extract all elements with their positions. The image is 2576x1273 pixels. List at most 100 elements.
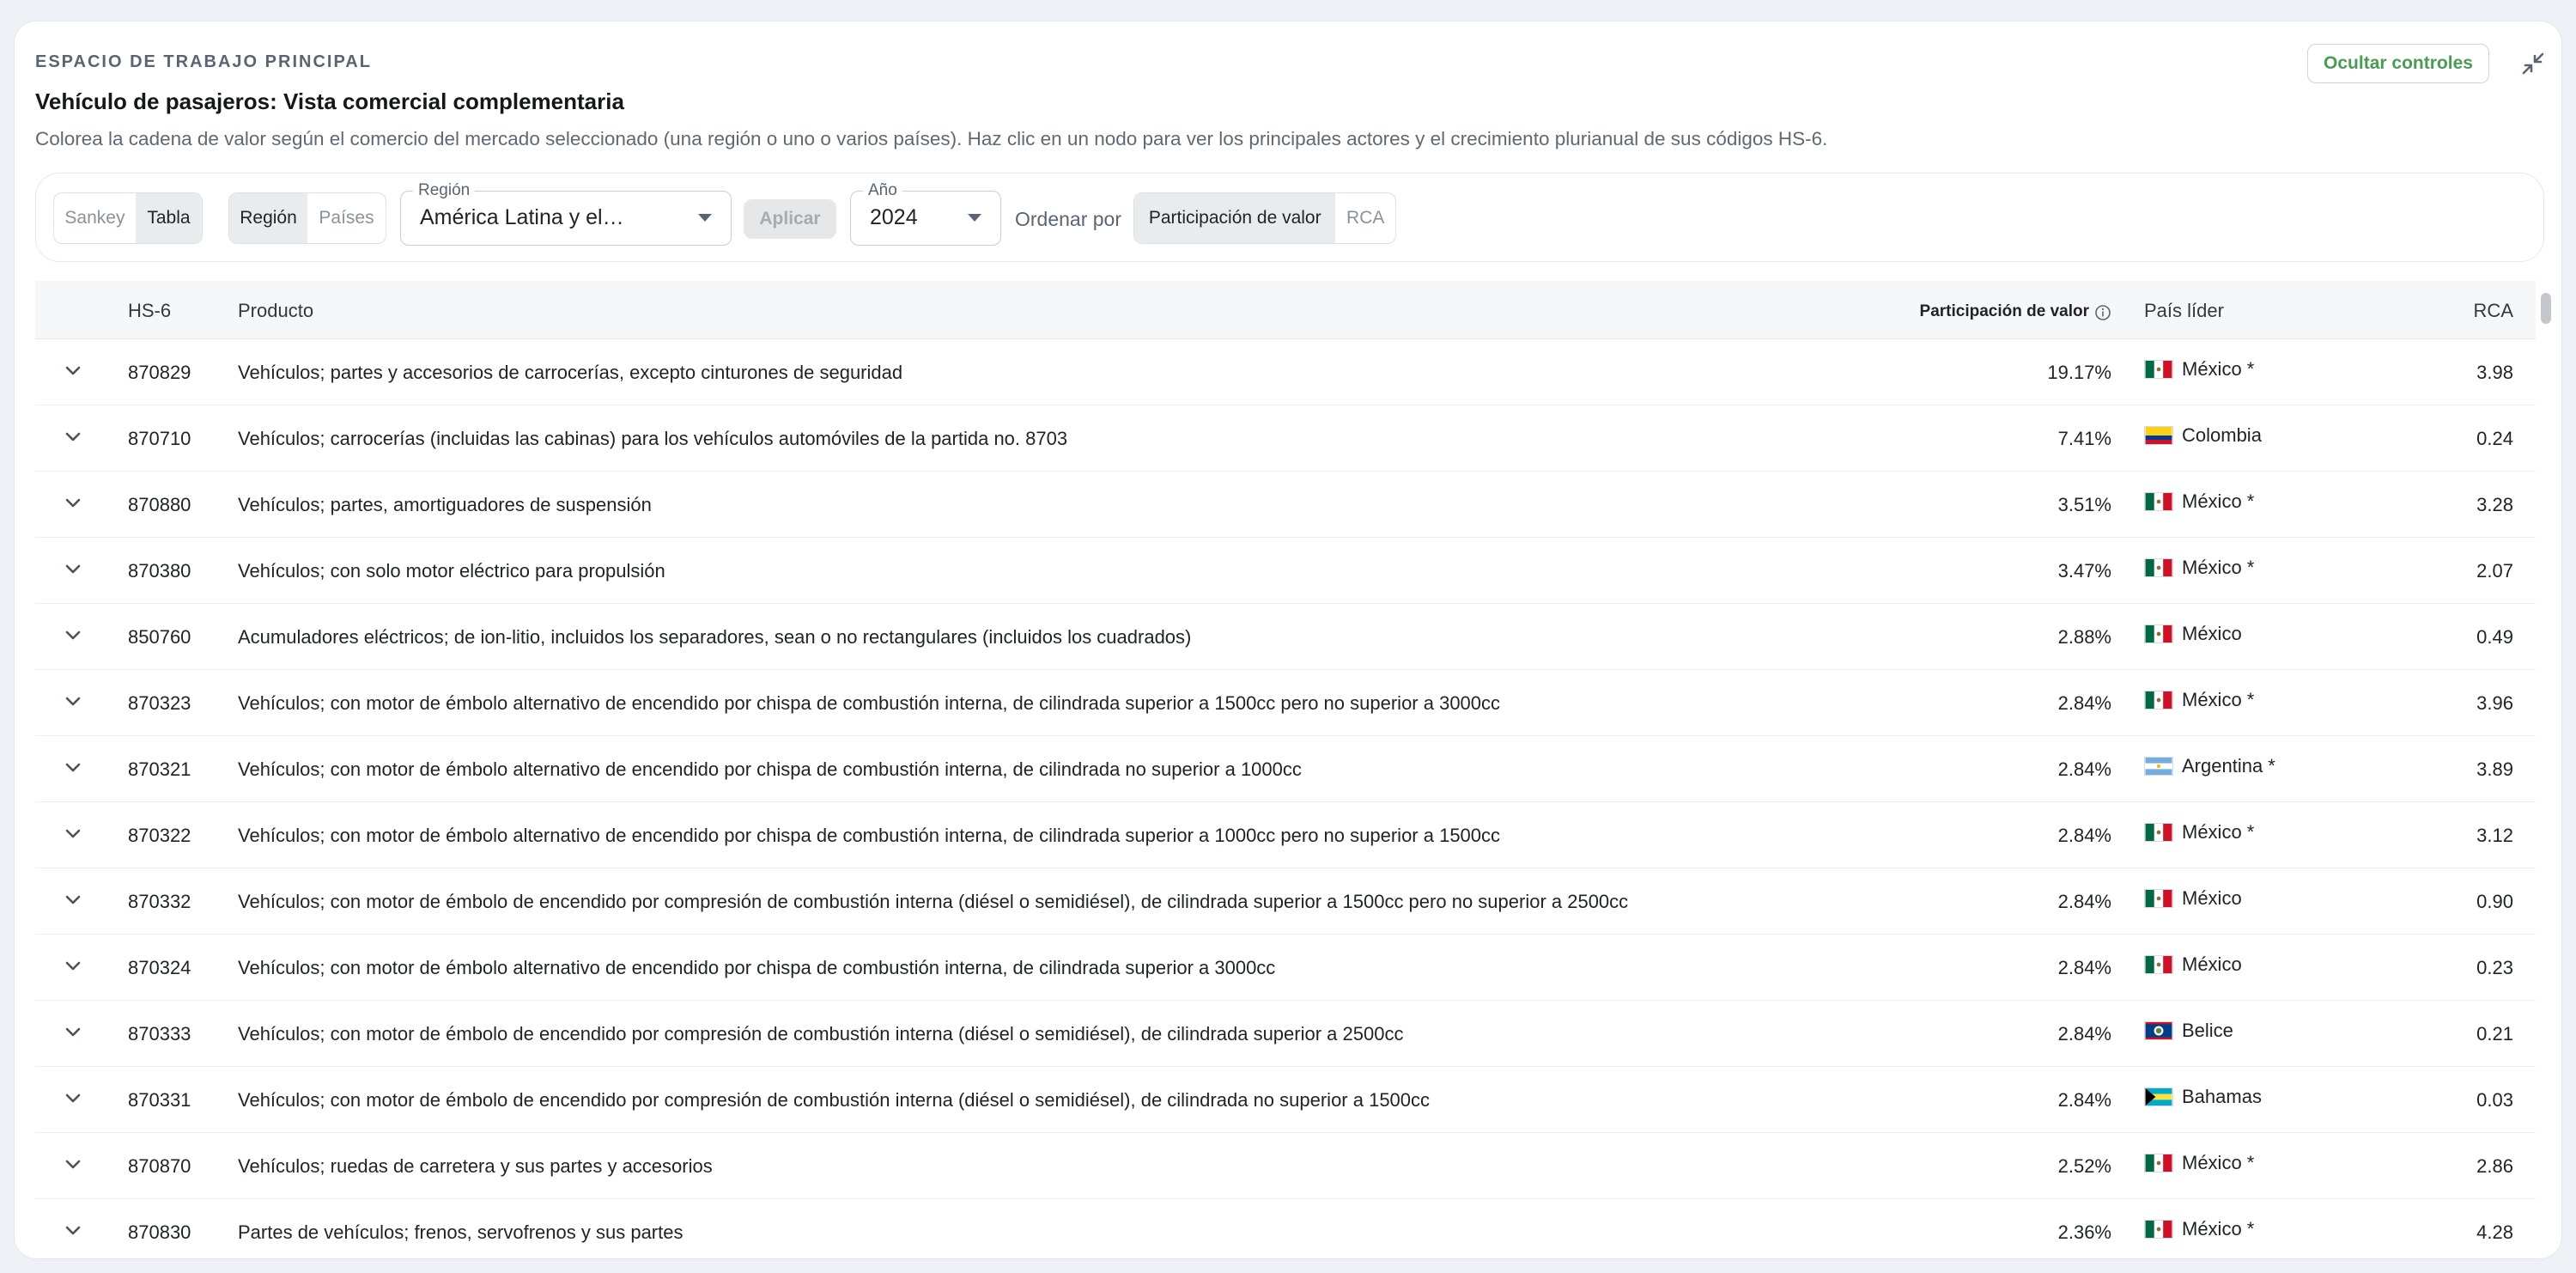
value-share: 2.88% (2057, 626, 2111, 648)
info-icon[interactable] (2094, 304, 2111, 321)
table-row[interactable]: 870322 Vehículos; con motor de émbolo alt… (35, 802, 2536, 868)
leader-country-name: México * (2182, 490, 2255, 512)
leader-country: México (2144, 887, 2242, 910)
table-row[interactable]: 870331 Vehículos; con motor de émbolo de … (35, 1067, 2536, 1133)
table-row[interactable]: 870321 Vehículos; con motor de émbolo alt… (35, 736, 2536, 802)
sort-rca-option[interactable]: RCA (1335, 193, 1395, 243)
value-share: 2.84% (2057, 758, 2111, 780)
flag-icon (2144, 426, 2173, 445)
leader-country: Colombia (2144, 424, 2262, 447)
chevron-down-icon[interactable] (65, 829, 81, 839)
leader-country-name: México * (2182, 1152, 2255, 1173)
product-name: Vehículos; partes, amortiguadores de sus… (238, 494, 652, 515)
rca-value: 3.98 (2476, 362, 2513, 383)
chevron-down-icon[interactable] (65, 1160, 81, 1170)
value-share: 2.84% (2057, 891, 2111, 912)
rca-value: 3.28 (2476, 494, 2513, 515)
chevron-down-icon[interactable] (65, 498, 81, 509)
product-name: Vehículos; con motor de émbolo alternati… (238, 758, 1302, 780)
column-header-leader[interactable]: País líder (2144, 300, 2224, 322)
flag-icon (2144, 955, 2173, 974)
table-row[interactable]: 870324 Vehículos; con motor de émbolo alt… (35, 935, 2536, 1001)
table-row[interactable]: 850760 Acumuladores eléctricos; de ion-li… (35, 604, 2536, 670)
table-row[interactable]: 870710 Vehículos; carrocerías (incluidas … (35, 405, 2536, 472)
hs6-code: 870332 (128, 891, 191, 912)
rca-value: 0.21 (2476, 1023, 2513, 1045)
leader-country: México * (2144, 821, 2254, 844)
chevron-down-icon[interactable] (65, 366, 81, 376)
region-select[interactable]: Región América Latina y el… (400, 181, 732, 246)
rca-value: 0.24 (2476, 428, 2513, 449)
chevron-down-icon[interactable] (65, 895, 81, 905)
leader-country: México (2144, 623, 2242, 645)
scrollbar-thumb[interactable] (2541, 293, 2551, 324)
value-share: 2.84% (2057, 957, 2111, 978)
leader-country-name: Argentina * (2182, 755, 2275, 777)
table-row[interactable]: 870380 Vehículos; con solo motor eléctric… (35, 538, 2536, 604)
apply-button[interactable]: Aplicar (744, 199, 836, 239)
chevron-down-icon[interactable] (65, 432, 81, 442)
hs6-code: 870710 (128, 428, 191, 449)
table-row[interactable]: 870830 Partes de vehículos; frenos, servo… (35, 1199, 2536, 1258)
main-workspace-card: ESPACIO DE TRABAJO PRINCIPAL Vehículo de… (14, 21, 2562, 1259)
flag-icon (2144, 1154, 2173, 1172)
year-select[interactable]: Año 2024 (850, 181, 1001, 246)
table-scrollbar[interactable] (2536, 281, 2555, 1258)
hs6-code: 870322 (128, 825, 191, 846)
hs6-code: 870380 (128, 560, 191, 582)
region-select-label: Región (413, 181, 476, 200)
leader-country-name: México * (2182, 557, 2255, 578)
leader-country: Bahamas (2144, 1086, 2262, 1108)
table-row[interactable]: 870323 Vehículos; con motor de émbolo alt… (35, 670, 2536, 736)
value-share: 2.84% (2057, 825, 2111, 846)
hide-controls-button[interactable]: Ocultar controles (2307, 44, 2489, 83)
view-table-option[interactable]: Tabla (135, 193, 202, 243)
leader-country-name: México * (2182, 1218, 2255, 1240)
column-header-hs6[interactable]: HS-6 (128, 300, 171, 322)
rca-value: 3.89 (2476, 758, 2513, 780)
scope-countries-option[interactable]: Países (307, 193, 386, 243)
product-name: Vehículos; con solo motor eléctrico para… (238, 560, 665, 582)
chevron-down-icon[interactable] (65, 763, 81, 773)
table-row[interactable]: 870829 Vehículos; partes y accesorios de … (35, 339, 2536, 405)
chevron-down-icon (698, 214, 712, 222)
hs6-code: 870331 (128, 1089, 191, 1111)
rca-value: 0.03 (2476, 1089, 2513, 1111)
column-header-rca[interactable]: RCA (2474, 300, 2513, 322)
chevron-down-icon[interactable] (65, 697, 81, 707)
value-share: 3.47% (2057, 560, 2111, 582)
leader-country-name: Bahamas (2182, 1086, 2262, 1107)
results-table: HS-6 Producto Participación de valor Paí… (35, 281, 2536, 1258)
value-share: 7.41% (2057, 428, 2111, 449)
chevron-down-icon[interactable] (65, 1027, 81, 1038)
rca-value: 3.12 (2476, 825, 2513, 846)
table-row[interactable]: 870880 Vehículos; partes, amortiguadores … (35, 472, 2536, 538)
table-row[interactable]: 870332 Vehículos; con motor de émbolo de … (35, 868, 2536, 935)
column-header-product[interactable]: Producto (238, 300, 313, 322)
sort-value-share-option[interactable]: Participación de valor (1134, 193, 1336, 243)
chevron-down-icon[interactable] (65, 961, 81, 971)
table-row[interactable]: 870333 Vehículos; con motor de émbolo de … (35, 1001, 2536, 1067)
scope-region-option[interactable]: Región (229, 193, 307, 243)
leader-country: México * (2144, 358, 2254, 381)
view-sankey-option[interactable]: Sankey (54, 193, 136, 243)
table-header: HS-6 Producto Participación de valor Paí… (35, 281, 2536, 339)
chevron-down-icon[interactable] (65, 1093, 81, 1104)
table-row[interactable]: 870870 Vehículos; ruedas de carretera y s… (35, 1133, 2536, 1199)
hs6-code: 870323 (128, 692, 191, 714)
product-name: Vehículos; carrocerías (incluidas las ca… (238, 428, 1068, 449)
flag-icon (2144, 558, 2173, 577)
leader-country-name: México * (2182, 358, 2255, 380)
chevron-down-icon[interactable] (65, 630, 81, 641)
flag-icon (2144, 492, 2173, 511)
chevron-down-icon[interactable] (65, 1226, 81, 1236)
hs6-code: 870870 (128, 1155, 191, 1177)
collapse-icon[interactable] (2520, 51, 2546, 76)
leader-country-name: Colombia (2182, 424, 2262, 446)
chevron-down-icon[interactable] (65, 564, 81, 575)
flag-icon (2144, 889, 2173, 908)
column-header-value-share[interactable]: Participación de valor (1920, 302, 2089, 321)
hs6-code: 870321 (128, 758, 191, 780)
product-name: Vehículos; partes y accesorios de carroc… (238, 362, 903, 383)
leader-country: México (2144, 953, 2242, 976)
